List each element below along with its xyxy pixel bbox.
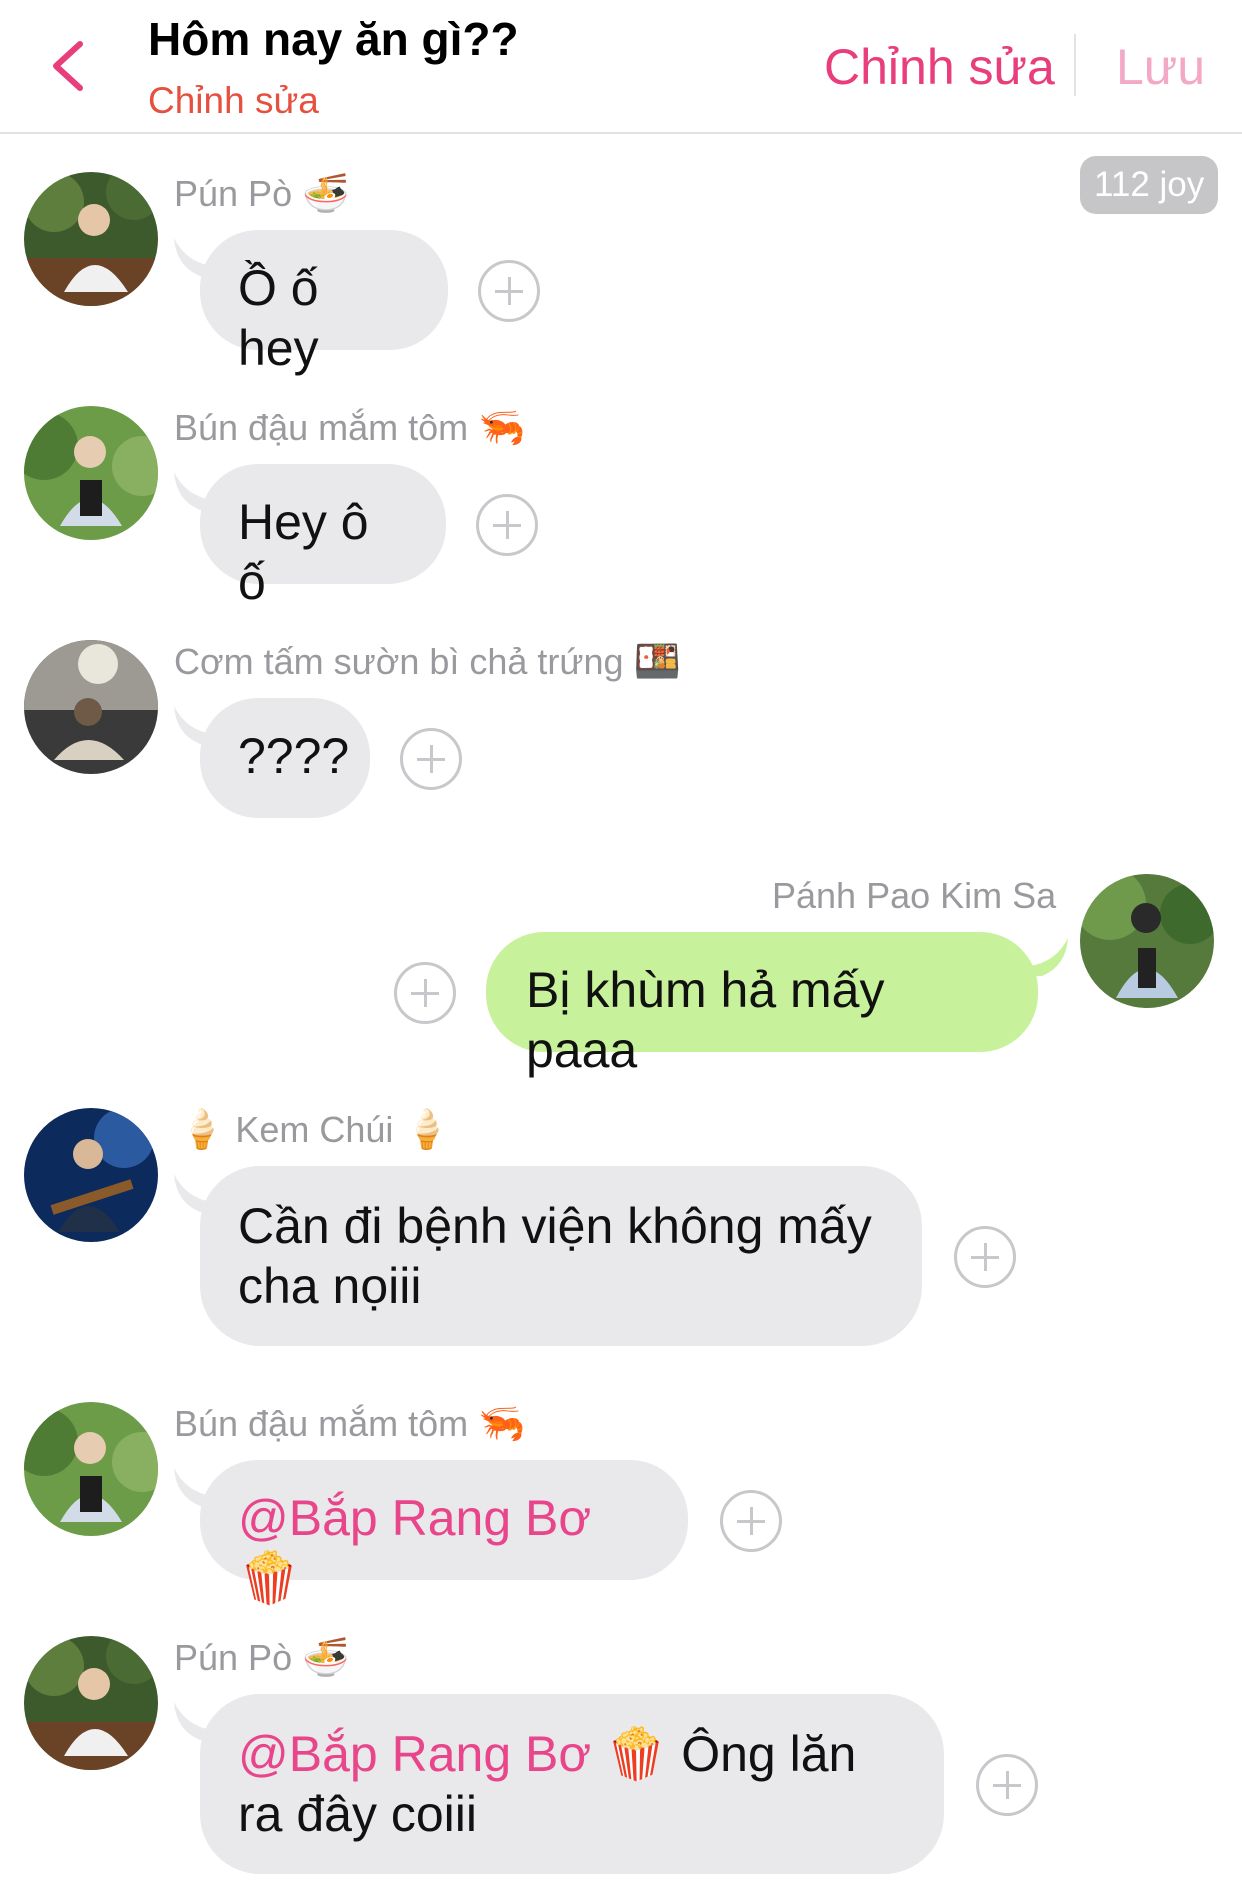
avatar[interactable]: [24, 1636, 158, 1770]
avatar[interactable]: [1080, 874, 1214, 1008]
edit-button[interactable]: Chỉnh sửa: [824, 38, 1055, 96]
avatar[interactable]: [24, 406, 158, 540]
add-reaction-icon[interactable]: [478, 260, 540, 322]
avatar[interactable]: [24, 1108, 158, 1242]
message-bubble: @Bắp Rang Bơ 🍿: [200, 1460, 688, 1606]
mention-link[interactable]: @Bắp Rang Bơ 🍿: [238, 1490, 591, 1606]
sender-name: Pún Pò 🍜: [174, 173, 350, 215]
message-bubble: Bị khùm hả mấy paaa: [486, 932, 1038, 1078]
sender-name: Cơm tấm sườn bì chả trứng 🍱: [174, 641, 681, 683]
message-bubble: Hey ô ố: [200, 464, 446, 610]
add-reaction-icon[interactable]: [476, 494, 538, 556]
add-reaction-icon[interactable]: [400, 728, 462, 790]
sender-name: Pún Pò 🍜: [174, 1637, 350, 1679]
avatar[interactable]: [24, 172, 158, 306]
chat-header: Hôm nay ăn gì?? Chỉnh sửa Chỉnh sửa Lưu: [0, 0, 1242, 134]
ice-cream-emoji-icon: 🍦: [403, 1109, 451, 1151]
header-divider: [1074, 34, 1076, 96]
sender-name: Bún đậu mắm tôm 🦐: [174, 1403, 526, 1445]
noodle-emoji-icon: 🍜: [302, 1637, 350, 1679]
bento-emoji-icon: 🍱: [633, 641, 681, 683]
sender-name: 🍦 Kem Chúi 🍦: [178, 1109, 451, 1151]
back-chevron-icon[interactable]: [44, 38, 94, 94]
sender-name: Pánh Pao Kim Sa: [772, 875, 1057, 916]
chat-title: Hôm nay ăn gì??: [148, 13, 519, 65]
message-bubble: @Bắp Rang Bơ 🍿 Ông lăn ra đây coiii: [200, 1694, 944, 1874]
message-bubble: Cần đi bệnh viện không mấy cha nọiii: [200, 1166, 922, 1346]
add-reaction-icon[interactable]: [394, 962, 456, 1024]
message-bubble: ????: [200, 698, 370, 818]
message-bubble: Ồ ố hey: [200, 230, 448, 376]
sender-name: Bún đậu mắm tôm 🦐: [174, 407, 526, 449]
shrimp-emoji-icon: 🦐: [478, 1403, 526, 1445]
bubble-tail: [1030, 938, 1068, 976]
ice-cream-emoji-icon: 🍦: [178, 1109, 226, 1151]
mention-link[interactable]: @Bắp Rang Bơ 🍿: [238, 1726, 667, 1782]
avatar[interactable]: [24, 1402, 158, 1536]
save-button[interactable]: Lưu: [1116, 38, 1205, 96]
noodle-emoji-icon: 🍜: [302, 173, 350, 215]
chat-subtitle: Chỉnh sửa: [148, 80, 319, 121]
add-reaction-icon[interactable]: [954, 1226, 1016, 1288]
add-reaction-icon[interactable]: [720, 1490, 782, 1552]
add-reaction-icon[interactable]: [976, 1754, 1038, 1816]
joy-badge: 112 joy: [1080, 156, 1219, 214]
shrimp-emoji-icon: 🦐: [478, 407, 526, 449]
avatar[interactable]: [24, 640, 158, 774]
